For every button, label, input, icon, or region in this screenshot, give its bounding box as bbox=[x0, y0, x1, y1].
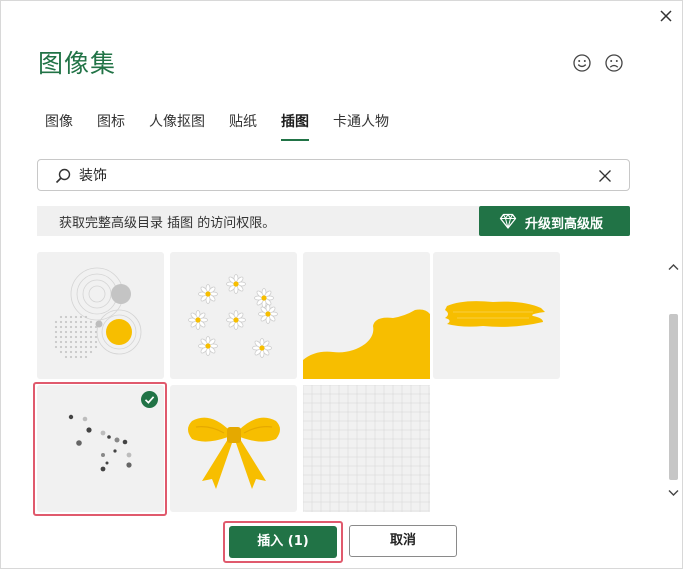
gallery-item-grid-paper[interactable] bbox=[303, 385, 430, 512]
dialog-title: 图像集 bbox=[38, 49, 117, 78]
frown-icon bbox=[605, 54, 623, 72]
close-button[interactable] bbox=[656, 6, 676, 26]
daisies-illustration bbox=[188, 274, 278, 358]
yellow-wave-illustration bbox=[303, 309, 430, 379]
premium-banner: 获取完整高级目录 插图 的访问权限。 升级到高级版 bbox=[37, 206, 630, 236]
close-icon bbox=[660, 10, 672, 22]
yellow-bow-illustration bbox=[188, 417, 280, 489]
tab-cartoon-people[interactable]: 卡通人物 bbox=[333, 111, 389, 141]
gallery-item-yellow-wave[interactable] bbox=[303, 252, 430, 379]
tab-icons[interactable]: 图标 bbox=[97, 111, 125, 141]
dislike-button[interactable] bbox=[604, 53, 624, 73]
tab-illustrations[interactable]: 插图 bbox=[281, 111, 309, 141]
checkmark-icon bbox=[144, 396, 155, 404]
diamond-icon bbox=[499, 213, 517, 229]
search-box bbox=[37, 159, 630, 191]
search-icon bbox=[55, 168, 71, 184]
chevron-up-icon[interactable] bbox=[665, 260, 682, 274]
chevron-down-icon[interactable] bbox=[665, 486, 682, 500]
gallery-item-circles-dots[interactable] bbox=[37, 252, 164, 379]
tab-stickers[interactable]: 贴纸 bbox=[229, 111, 257, 141]
insert-button[interactable]: 插入 (1) bbox=[229, 526, 337, 558]
illustration-gallery bbox=[37, 252, 664, 512]
cancel-button[interactable]: 取消 bbox=[349, 525, 457, 557]
grid-paper-illustration bbox=[303, 385, 430, 512]
upgrade-button-label: 升级到高级版 bbox=[525, 217, 604, 232]
like-button[interactable] bbox=[572, 53, 592, 73]
upgrade-button[interactable]: 升级到高级版 bbox=[479, 206, 630, 236]
smile-icon bbox=[573, 54, 591, 72]
selected-check-badge bbox=[141, 391, 158, 408]
image-collection-dialog: 图像集 图像 图标 人像抠图 贴纸 插图 卡通人物 装饰 获取完整高级目录 插图… bbox=[0, 0, 683, 569]
gallery-item-daisies[interactable] bbox=[170, 252, 297, 379]
scrollbar-thumb[interactable] bbox=[669, 314, 678, 480]
gallery-item-yellow-brush-stroke[interactable] bbox=[433, 252, 560, 379]
search-input[interactable] bbox=[79, 164, 559, 186]
gallery-item-yellow-bow[interactable] bbox=[170, 385, 297, 512]
tab-cutout-people[interactable]: 人像抠图 bbox=[149, 111, 205, 141]
tab-images[interactable]: 图像 bbox=[45, 111, 73, 141]
yellow-brush-stroke-illustration bbox=[445, 301, 545, 327]
circles-dots-illustration bbox=[54, 267, 142, 359]
clear-search-icon[interactable] bbox=[596, 167, 614, 185]
premium-banner-text: 获取完整高级目录 插图 的访问权限。 bbox=[59, 216, 276, 231]
gallery-scrollbar[interactable] bbox=[665, 252, 682, 515]
